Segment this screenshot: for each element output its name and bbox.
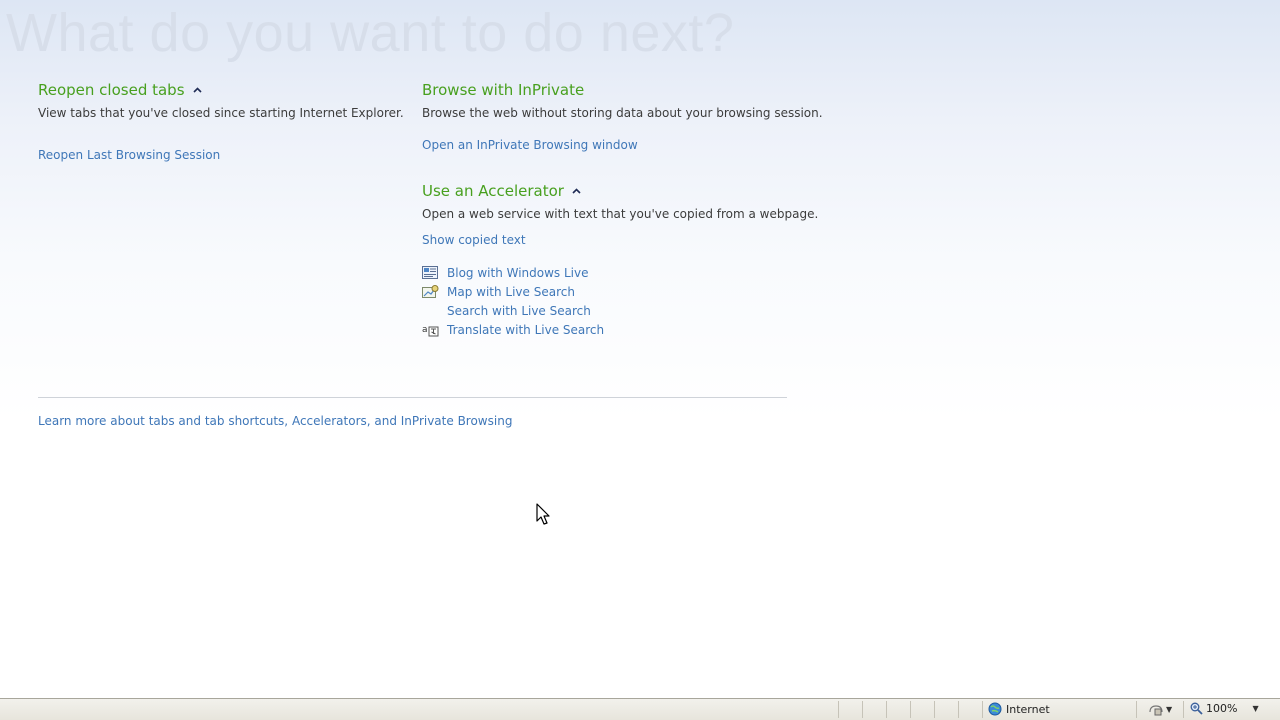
- new-tab-page: What do you want to do next? Reopen clos…: [0, 0, 1280, 698]
- chevron-down-icon[interactable]: ▼: [1166, 705, 1172, 714]
- security-zone[interactable]: Internet: [988, 702, 1050, 716]
- collapse-chevron-icon[interactable]: [192, 86, 202, 95]
- chevron-down-icon[interactable]: ▼: [1252, 704, 1258, 713]
- blank-icon: [422, 304, 439, 318]
- learn-more-link[interactable]: Learn more about tabs and tab shortcuts,…: [38, 413, 512, 429]
- reopen-description: View tabs that you've closed since start…: [38, 106, 404, 120]
- mouse-cursor-icon: [536, 503, 550, 525]
- inprivate-section-title: Browse with InPrivate: [422, 81, 585, 99]
- accelerator-description: Open a web service with text that you've…: [422, 207, 819, 221]
- collapse-chevron-icon[interactable]: [572, 187, 581, 196]
- accelerator-item-blog[interactable]: Blog with Windows Live: [422, 263, 818, 282]
- section-divider: [38, 397, 787, 398]
- svg-text:a: a: [422, 325, 428, 335]
- blog-icon: [422, 265, 438, 279]
- protected-mode-icon: [1149, 705, 1163, 716]
- status-pane-divider: [934, 701, 935, 718]
- zoom-magnifier-icon: [1190, 702, 1203, 715]
- status-pane-divider: [982, 701, 983, 718]
- reopen-closed-tabs-section: Reopen closed tabs View tabs that you've…: [38, 80, 404, 163]
- page-title: What do you want to do next?: [6, 3, 735, 63]
- accelerator-item-label[interactable]: Map with Live Search: [447, 284, 575, 300]
- status-pane-divider: [838, 701, 839, 718]
- status-pane-divider: [886, 701, 887, 718]
- zoom-level: 100%: [1206, 702, 1238, 715]
- translate-icon: a: [422, 325, 439, 336]
- status-pane-divider: [958, 701, 959, 718]
- reopen-section-title: Reopen closed tabs: [38, 81, 185, 99]
- accelerator-item-label[interactable]: Translate with Live Search: [447, 322, 604, 338]
- reopen-last-session-link[interactable]: Reopen Last Browsing Session: [38, 147, 404, 163]
- accelerator-section: Use an Accelerator Open a web service wi…: [422, 181, 818, 339]
- status-pane-divider: [910, 701, 911, 718]
- accelerator-item-translate[interactable]: a Translate with Live Search: [422, 320, 818, 339]
- accelerator-item-label[interactable]: Search with Live Search: [447, 303, 591, 319]
- inprivate-description: Browse the web without storing data abou…: [422, 106, 823, 120]
- accelerator-section-title: Use an Accelerator: [422, 182, 564, 200]
- map-icon: [422, 284, 439, 298]
- zoom-control[interactable]: 100% ▼: [1190, 702, 1259, 715]
- status-bar: Internet ▼ 100% ▼: [0, 698, 1280, 720]
- accelerator-list: Blog with Windows Live Map with Live Sea…: [422, 263, 818, 339]
- status-pane-divider: [862, 701, 863, 718]
- inprivate-section: Browse with InPrivate Browse the web wit…: [422, 80, 823, 153]
- status-pane-divider: [1183, 701, 1184, 718]
- protected-mode-button[interactable]: ▼: [1148, 702, 1172, 716]
- globe-icon: [988, 702, 1002, 716]
- accelerator-item-label[interactable]: Blog with Windows Live: [447, 265, 589, 281]
- open-inprivate-window-link[interactable]: Open an InPrivate Browsing window: [422, 137, 823, 153]
- security-zone-label: Internet: [1006, 702, 1050, 716]
- accelerator-section-header[interactable]: Use an Accelerator: [422, 182, 581, 200]
- accelerator-item-map[interactable]: Map with Live Search: [422, 282, 818, 301]
- reopen-section-header[interactable]: Reopen closed tabs: [38, 81, 202, 99]
- accelerator-item-search[interactable]: Search with Live Search: [422, 301, 818, 320]
- status-pane-divider: [1136, 701, 1137, 718]
- show-copied-text-link[interactable]: Show copied text: [422, 232, 818, 248]
